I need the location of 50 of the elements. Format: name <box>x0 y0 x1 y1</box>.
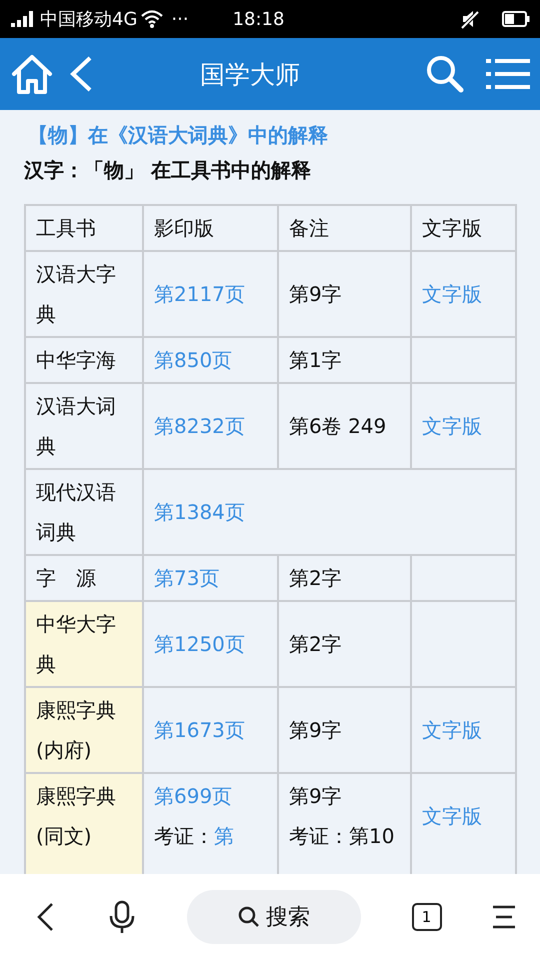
cell-text: 第9字 <box>289 718 342 742</box>
page-link[interactable]: 第1673页 <box>154 718 245 742</box>
column-header: 备注 <box>278 205 411 251</box>
section-title: 汉字：「物」 在工具书中的解释 <box>24 157 312 184</box>
app-title: 国学大师 <box>199 58 301 90</box>
wifi-icon <box>141 10 164 28</box>
page-link[interactable]: 文字版 <box>422 804 482 828</box>
column-header: 文字版 <box>411 205 516 251</box>
cell-text: 第9字 <box>289 282 342 306</box>
signal-icon <box>10 11 36 27</box>
search-icon <box>238 906 260 928</box>
page-link[interactable]: 文字版 <box>422 718 482 742</box>
cell-text: 第1字 <box>289 348 342 372</box>
cell-text: 第2字 <box>289 632 342 656</box>
column-header: 工具书 <box>25 205 143 251</box>
search-button[interactable]: 搜索 <box>187 890 361 944</box>
home-icon[interactable] <box>10 53 54 95</box>
cell-text: 考证：第10 <box>289 824 394 848</box>
cell-text: 康熙字典(同文) <box>36 784 116 848</box>
cell-text: 中华字海 <box>36 348 116 372</box>
more-dots: ··· <box>171 8 189 30</box>
search-icon[interactable] <box>426 55 464 93</box>
page-link[interactable]: 第2117页 <box>154 282 245 306</box>
mute-icon <box>460 9 480 29</box>
page-link[interactable]: 第8232页 <box>154 414 245 438</box>
page-link[interactable]: 文字版 <box>422 282 482 306</box>
battery-icon <box>502 11 530 27</box>
cell-text: 第2字 <box>289 566 342 590</box>
page-link[interactable]: 第73页 <box>154 566 220 590</box>
page-link[interactable]: 第1250页 <box>154 632 245 656</box>
cell-text: 现代汉语词典 <box>36 480 116 544</box>
cell-text: 中华大字典 <box>36 612 116 676</box>
cell-text: 汉语大字典 <box>36 262 116 326</box>
page-link[interactable]: 第 <box>214 824 234 848</box>
page-link[interactable]: 文字版 <box>422 414 482 438</box>
cell-text: 考证： <box>154 824 214 848</box>
cell-text: 汉语大词典 <box>36 394 116 458</box>
page-link[interactable]: 第1384页 <box>154 500 245 524</box>
menu-icon[interactable] <box>492 905 516 929</box>
cell-text: 第6卷 249 <box>289 414 386 438</box>
page-link[interactable]: 第699页 <box>154 784 232 808</box>
carrier-text: 中国移动4G <box>40 8 138 31</box>
cell-text: 第9字 <box>289 784 342 808</box>
cell-text: 字 源 <box>36 566 96 590</box>
heading-link[interactable]: 【物】在《汉语大词典》中的解释 <box>28 122 328 149</box>
clock-time: 18:18 <box>232 8 284 30</box>
page-link[interactable]: 第850页 <box>154 348 232 372</box>
column-header: 影印版 <box>143 205 278 251</box>
cell-text: 康熙字典(内府) <box>36 698 116 762</box>
tab-count-button[interactable]: 1 <box>412 903 442 931</box>
